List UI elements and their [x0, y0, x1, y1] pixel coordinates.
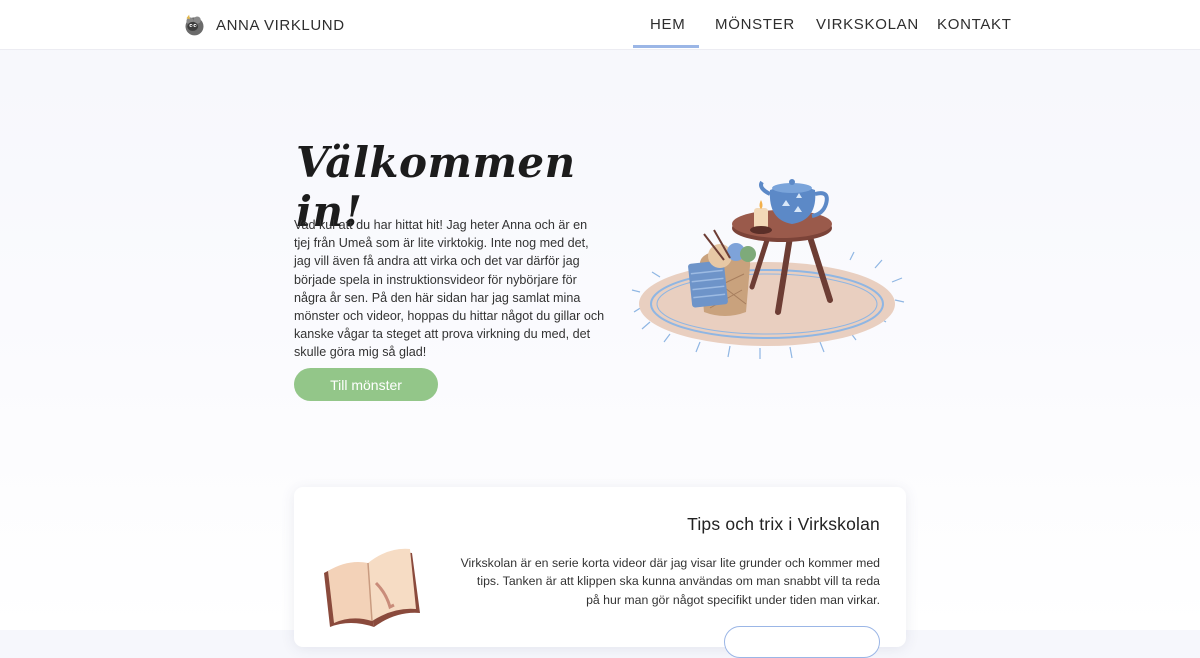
card-text: Virkskolan är en serie korta videor där … — [460, 556, 880, 607]
till-monster-button[interactable]: Till mönster — [294, 368, 438, 401]
tea-table-yarn-basket-illustration — [631, 179, 905, 359]
hero-intro-text: Vad kul att du har hittat hit! Jag heter… — [294, 218, 605, 360]
nav-item-monster[interactable]: MÖNSTER — [715, 16, 795, 33]
nav-item-kontakt[interactable]: KONTAKT — [937, 16, 1012, 33]
top-navigation-bar: ANNA VIRKLUND HEM MÖNSTER VIRKSKOLAN KON… — [0, 0, 1200, 50]
nav-item-hem[interactable]: HEM — [650, 16, 685, 33]
open-book-icon — [324, 548, 420, 627]
active-nav-indicator — [633, 45, 699, 48]
brand[interactable]: ANNA VIRKLUND — [181, 10, 345, 40]
sheep-icon — [185, 14, 204, 35]
brand-name: ANNA VIRKLUND — [216, 16, 345, 34]
nav-item-virkskolan[interactable]: VIRKSKOLAN — [816, 16, 919, 33]
virkskolan-card: Tips och trix i Virkskolan Virkskolan är… — [294, 487, 906, 658]
card-link-button[interactable] — [724, 626, 880, 658]
card-title: Tips och trix i Virkskolan — [687, 514, 880, 534]
